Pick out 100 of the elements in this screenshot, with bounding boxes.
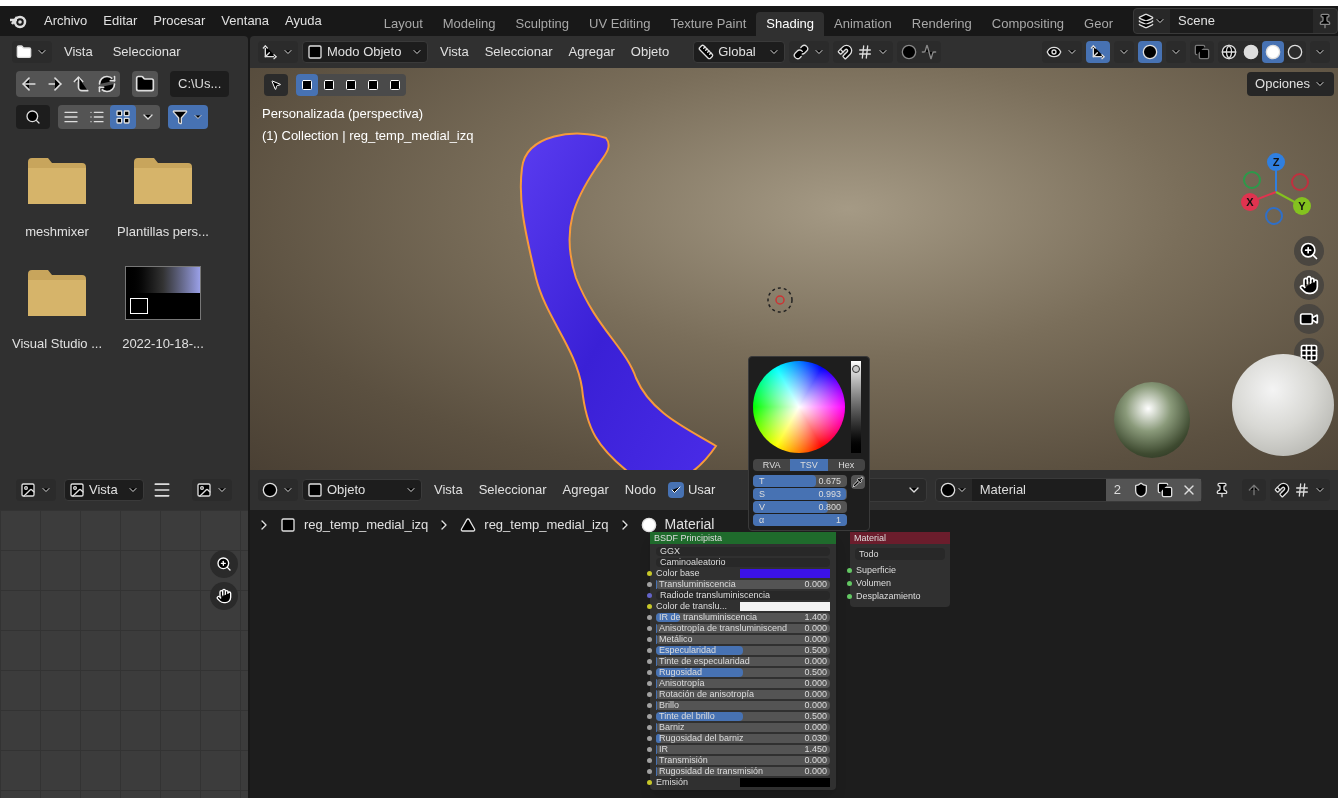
- eyedropper-button[interactable]: [851, 475, 865, 489]
- gizmo-toggle[interactable]: [1086, 41, 1110, 63]
- parent-node-tree-button[interactable]: [1242, 479, 1266, 501]
- folder-icon[interactable]: [134, 158, 192, 204]
- editor-type-button[interactable]: [12, 41, 52, 63]
- file-name[interactable]: meshmixer: [25, 222, 89, 242]
- workspace-tab[interactable]: Rendering: [901, 12, 982, 36]
- color-swatch[interactable]: [740, 602, 830, 611]
- view-mode-button[interactable]: [110, 105, 136, 129]
- node-socket[interactable]: [647, 626, 652, 631]
- camera-view-button[interactable]: [1294, 304, 1324, 334]
- menu-item[interactable]: Editar: [95, 11, 146, 31]
- workspace-tab[interactable]: Sculpting: [505, 12, 579, 36]
- select-mode-button[interactable]: [296, 74, 318, 96]
- node-slider[interactable]: Especularidad 0.500: [656, 646, 830, 655]
- node-socket[interactable]: [647, 714, 652, 719]
- pan-button[interactable]: [210, 582, 238, 610]
- node-slider[interactable]: Tinte de especularidad 0.000: [656, 657, 830, 666]
- workspace-tab[interactable]: Compositing: [981, 12, 1075, 36]
- node-socket[interactable]: [647, 736, 652, 741]
- use-nodes-checkbox[interactable]: Usar: [667, 480, 716, 500]
- menu-item[interactable]: Procesar: [145, 11, 214, 31]
- folder-icon[interactable]: [28, 158, 86, 204]
- node-slider[interactable]: Rotación de anisotropía 0.000: [656, 690, 830, 699]
- node-socket[interactable]: [847, 594, 852, 599]
- mode-dropdown[interactable]: Modo Objeto: [302, 41, 428, 63]
- menu-item[interactable]: Vista: [56, 42, 101, 62]
- overlay-toggle[interactable]: [1138, 41, 1162, 63]
- menu-item[interactable]: Vista: [426, 480, 471, 500]
- node-slider[interactable]: Brillo 0.000: [656, 701, 830, 710]
- pivot-button[interactable]: [789, 41, 830, 63]
- node-socket[interactable]: [647, 637, 652, 642]
- menu-item[interactable]: Nodo: [616, 480, 664, 500]
- menu-item[interactable]: Seleccionar: [104, 42, 189, 62]
- menu-item[interactable]: Ventana: [213, 11, 278, 31]
- node-socket[interactable]: [647, 670, 652, 675]
- node-socket[interactable]: [647, 703, 652, 708]
- image-thumbnail[interactable]: [125, 265, 201, 320]
- select-tool-button[interactable]: [264, 74, 288, 96]
- snap-button[interactable]: [1270, 479, 1330, 501]
- orientation-dropdown[interactable]: Global: [693, 41, 786, 63]
- file-name[interactable]: Plantillas pers...: [117, 222, 209, 242]
- node-slider[interactable]: Metálico 0.000: [656, 635, 830, 644]
- node-slider[interactable]: Barniz 0.000: [656, 723, 830, 732]
- node-socket[interactable]: [847, 568, 852, 573]
- workspace-tab[interactable]: Shading: [756, 12, 825, 36]
- node-socket[interactable]: [647, 681, 652, 686]
- menu-item[interactable]: Objeto: [622, 42, 678, 62]
- editor-type-button[interactable]: [16, 479, 56, 501]
- new-folder-button[interactable]: [132, 71, 158, 97]
- workspace-tab[interactable]: Texture Paint: [660, 12, 757, 36]
- node-socket[interactable]: [647, 648, 652, 653]
- menu-button[interactable]: [152, 480, 172, 500]
- color-mode-tab[interactable]: RVA: [753, 459, 791, 471]
- node-socket[interactable]: [647, 780, 652, 785]
- path-field[interactable]: C:\Us...: [170, 71, 230, 97]
- color-slider[interactable]: S 0.993: [753, 488, 847, 500]
- node-socket[interactable]: [647, 758, 652, 763]
- workspace-tab[interactable]: UV Editing: [579, 12, 661, 36]
- node-dropdown[interactable]: Caminoaleatorio: [656, 558, 830, 567]
- node-slider[interactable]: Rugosidad 0.500: [656, 668, 830, 677]
- image-browse-button[interactable]: [192, 479, 232, 501]
- proportional-edit-button[interactable]: [897, 41, 942, 63]
- node-slider[interactable]: Anisotropía de transluminiscend 0.000: [656, 624, 830, 633]
- options-dropdown[interactable]: Opciones: [1247, 72, 1334, 96]
- node-socket[interactable]: [647, 692, 652, 697]
- node-dropdown[interactable]: GGX: [656, 547, 830, 556]
- node-slider[interactable]: Rugosidad de transmisión 0.000: [656, 767, 830, 776]
- value-bar[interactable]: [851, 361, 861, 453]
- breadcrumb-item[interactable]: Material: [640, 514, 715, 535]
- menu-item[interactable]: Seleccionar: [476, 42, 561, 62]
- shading-mode-button[interactable]: [1262, 41, 1284, 63]
- node-dropdown[interactable]: Radiode transluminiscencia: [656, 591, 830, 600]
- menu-item[interactable]: Agregar: [554, 480, 617, 500]
- editor-type-button[interactable]: [258, 479, 298, 501]
- node-slider[interactable]: Tinte del brillo 0.500: [656, 712, 830, 721]
- color-swatch[interactable]: [740, 778, 830, 787]
- bsdf-node[interactable]: [650, 532, 836, 790]
- shader-type-dropdown[interactable]: Objeto: [302, 479, 422, 501]
- node-socket[interactable]: [647, 593, 652, 598]
- workspace-tab[interactable]: Modeling: [432, 12, 506, 36]
- menu-item[interactable]: Seleccionar: [470, 480, 555, 500]
- node-socket[interactable]: [647, 615, 652, 620]
- view-dropdown[interactable]: Vista: [64, 479, 144, 501]
- zoom-button[interactable]: [210, 550, 238, 578]
- editor-type-button[interactable]: [258, 41, 298, 63]
- node-socket[interactable]: [647, 604, 652, 609]
- breadcrumb-item[interactable]: reg_temp_medial_izq: [460, 514, 609, 535]
- material-output-node[interactable]: Material Todo Superficie Volumen Desplazamiento: [850, 532, 950, 607]
- file-name[interactable]: 2022-10-18-...: [122, 333, 204, 353]
- menu-item[interactable]: Ayuda: [277, 11, 330, 31]
- color-swatch[interactable]: [740, 569, 830, 578]
- node-socket[interactable]: [647, 747, 652, 752]
- xray-button[interactable]: [1190, 41, 1214, 63]
- file-name[interactable]: Visual Studio ...: [11, 333, 103, 353]
- breadcrumb-item[interactable]: reg_temp_medial_izq: [280, 514, 429, 535]
- node-slider[interactable]: IR 1.450: [656, 745, 830, 754]
- axis-gizmo[interactable]: Z X Y: [1238, 152, 1314, 228]
- node-socket[interactable]: [647, 769, 652, 774]
- color-slider[interactable]: T 0.675: [753, 475, 847, 487]
